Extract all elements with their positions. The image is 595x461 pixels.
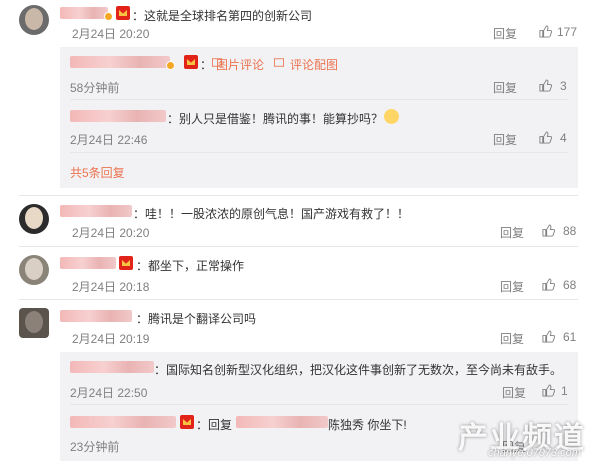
avatar[interactable] <box>19 5 49 35</box>
comment-text: ：腾讯是个翻译公司吗 <box>136 312 257 326</box>
like-count: 88 <box>563 224 577 238</box>
reply-button[interactable]: 回复 <box>493 131 517 148</box>
avatar[interactable] <box>19 204 49 234</box>
comment-time: 2月24日 20:19 <box>72 332 150 346</box>
comment-image-link[interactable]: 评论配图 <box>290 56 338 73</box>
subreply-box: ： 图片评论 评论配图 58分钟前 回复 3 ：别人只是借鉴！腾讯的事！能算抄吗… <box>60 47 578 188</box>
username-blurred[interactable] <box>70 416 176 428</box>
comment-text: ：哇！！一股浓浓的原创气息！国产游戏有救了！！ <box>133 207 410 221</box>
username-blurred[interactable] <box>70 56 170 68</box>
watermark-subtext: chanye.07073.com <box>488 447 581 459</box>
divider <box>70 152 568 153</box>
comment-time: 2月24日 20:20 <box>72 226 150 240</box>
subreply-time: 23分钟前 <box>70 440 120 454</box>
like-count: 1 <box>561 384 568 398</box>
vip-crown-icon <box>184 55 198 69</box>
thumbs-up-icon[interactable] <box>542 384 555 397</box>
mentioned-user-blurred[interactable] <box>236 416 328 428</box>
thumbs-up-icon[interactable] <box>542 330 555 343</box>
reply-button[interactable]: 回复 <box>493 25 517 42</box>
more-replies-link[interactable]: 共5条回复 <box>70 164 125 181</box>
thumbs-up-icon[interactable] <box>542 278 555 291</box>
verified-badge-icon <box>166 61 175 70</box>
like-count: 61 <box>563 330 577 344</box>
reply-button[interactable]: 回复 <box>502 384 526 401</box>
divider <box>19 195 578 196</box>
like-count: 177 <box>557 25 578 39</box>
divider <box>70 99 568 100</box>
vip-crown-icon <box>116 6 130 20</box>
subreply-text: ：别人只是借鉴！腾讯的事！能算抄吗？ <box>167 112 384 126</box>
reply-button[interactable]: 回复 <box>493 79 517 96</box>
subreply-text-tail: 陈独秀 你坐下! <box>328 418 407 432</box>
divider <box>19 246 578 247</box>
reply-button[interactable]: 回复 <box>500 278 524 295</box>
username-blurred[interactable] <box>60 7 108 19</box>
username-blurred[interactable] <box>70 361 154 373</box>
cat-emoji-icon <box>384 109 399 125</box>
vip-crown-icon <box>180 415 194 429</box>
thumbs-up-icon[interactable] <box>539 79 552 92</box>
divider <box>19 299 578 300</box>
comment-time: 2月24日 20:20 <box>72 27 150 41</box>
avatar[interactable] <box>19 255 49 285</box>
thumbs-up-icon[interactable] <box>539 25 552 38</box>
comment-time: 2月24日 20:18 <box>72 280 150 294</box>
thumbs-up-icon[interactable] <box>539 131 552 144</box>
image-icon <box>274 58 284 67</box>
avatar[interactable] <box>19 308 49 338</box>
subreply-text: ：回复 <box>196 418 233 432</box>
like-count: 68 <box>563 278 577 292</box>
like-count: 3 <box>560 79 567 93</box>
subreply-time: 2月24日 22:46 <box>70 133 148 147</box>
watermark-logo: 产业频道 chanye.07073.com <box>432 407 595 461</box>
thumbs-up-icon[interactable] <box>542 224 555 237</box>
divider <box>70 404 568 405</box>
verified-badge-icon <box>104 12 113 21</box>
reply-button[interactable]: 回复 <box>500 330 524 347</box>
vip-crown-icon <box>119 256 133 270</box>
image-comment-link[interactable]: 图片评论 <box>216 56 264 73</box>
reply-button[interactable]: 回复 <box>500 224 524 241</box>
subreply-time: 58分钟前 <box>70 81 120 95</box>
username-blurred[interactable] <box>60 205 132 217</box>
subreply-text: ： <box>200 58 213 72</box>
like-count: 4 <box>560 131 567 145</box>
username-blurred[interactable] <box>60 257 116 269</box>
comment-text: ：这就是全球排名第四的创新公司 <box>132 9 313 23</box>
subreply-text: ：国际知名创新型汉化组织，把汉化这件事创新了无数次，至今尚未有敌手。 <box>154 363 563 377</box>
comment-text: ：都坐下，正常操作 <box>136 259 245 273</box>
username-blurred[interactable] <box>60 310 132 322</box>
subreply-time: 2月24日 22:50 <box>70 386 148 400</box>
username-blurred[interactable] <box>70 110 166 122</box>
